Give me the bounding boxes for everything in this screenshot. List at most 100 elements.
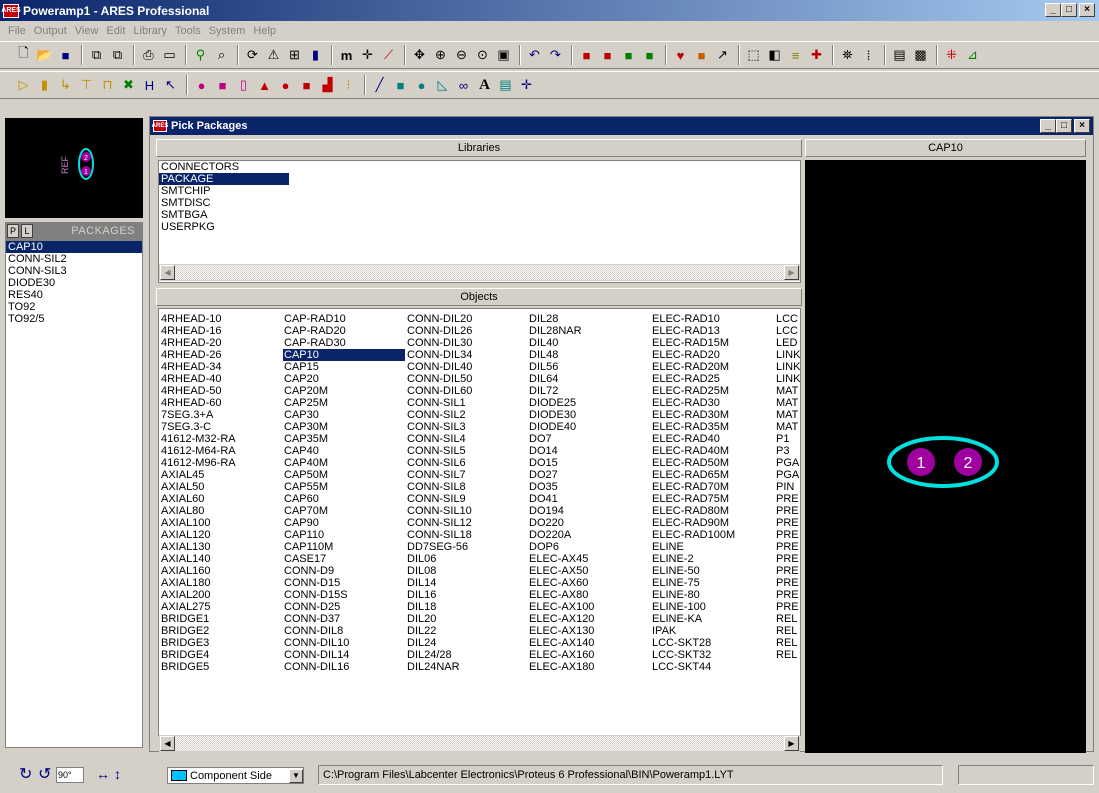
- padstack-icon[interactable]: ⁝: [339, 75, 358, 95]
- object-item[interactable]: DIL64: [528, 373, 594, 385]
- origin-icon[interactable]: ✛: [358, 45, 377, 65]
- object-item[interactable]: P1: [775, 433, 800, 445]
- object-item[interactable]: ELEC-RAD65M: [651, 469, 735, 481]
- object-item[interactable]: CONN-SIL12: [406, 517, 472, 529]
- object-item[interactable]: LCC-SKT44: [651, 661, 735, 673]
- scroll-left-arrow[interactable]: ◀: [160, 265, 175, 280]
- decompose-icon[interactable]: ↗: [713, 45, 732, 65]
- object-item[interactable]: DO41: [528, 493, 594, 505]
- object-item[interactable]: ELEC-RAD10: [651, 313, 735, 325]
- object-item[interactable]: 4RHEAD-16: [160, 325, 236, 337]
- object-item[interactable]: ELEC-AX120: [528, 613, 594, 625]
- object-item[interactable]: CONN-DIL14: [283, 649, 405, 661]
- menu-view[interactable]: View: [71, 25, 103, 37]
- object-item[interactable]: CAP60: [283, 493, 405, 505]
- object-item[interactable]: ELINE: [651, 541, 735, 553]
- object-item[interactable]: ELEC-RAD20M: [651, 361, 735, 373]
- object-item[interactable]: CONN-SIL2: [406, 409, 472, 421]
- list-item[interactable]: CAP10: [6, 241, 142, 253]
- grid-icon[interactable]: ⊞: [285, 45, 304, 65]
- object-item[interactable]: ELEC-RAD90M: [651, 517, 735, 529]
- polygon-pad-icon[interactable]: ▟: [318, 75, 337, 95]
- object-item[interactable]: ELEC-RAD25M: [651, 385, 735, 397]
- text-icon[interactable]: A: [475, 75, 494, 95]
- connectivity-highlight-icon[interactable]: H: [140, 75, 159, 95]
- object-item[interactable]: CAP110M: [283, 541, 405, 553]
- object-item[interactable]: PIN: [775, 481, 800, 493]
- object-item[interactable]: ELEC-AX60: [528, 577, 594, 589]
- object-item[interactable]: 4RHEAD-50: [160, 385, 236, 397]
- object-item[interactable]: BRIDGE1: [160, 613, 236, 625]
- object-item[interactable]: CONN-SIL6: [406, 457, 472, 469]
- object-item[interactable]: BRIDGE4: [160, 649, 236, 661]
- object-item[interactable]: LINK: [775, 361, 800, 373]
- mirror-x-icon[interactable]: ↔: [96, 766, 110, 782]
- object-item[interactable]: ELEC-RAD40M: [651, 445, 735, 457]
- object-item[interactable]: 4RHEAD-34: [160, 361, 236, 373]
- object-item[interactable]: ELINE-75: [651, 577, 735, 589]
- selection-icon[interactable]: ▷: [14, 75, 33, 95]
- print-area-icon[interactable]: ▭: [160, 45, 179, 65]
- object-item[interactable]: DIL24: [406, 637, 472, 649]
- arc-icon[interactable]: ◺: [433, 75, 452, 95]
- object-item[interactable]: DO220: [528, 517, 594, 529]
- object-item[interactable]: PRE: [775, 553, 800, 565]
- object-item[interactable]: DIL40: [528, 337, 594, 349]
- box-icon[interactable]: ■: [391, 75, 410, 95]
- import-icon[interactable]: ⧉: [87, 45, 106, 65]
- object-item[interactable]: CASE17: [283, 553, 405, 565]
- object-item[interactable]: ELEC-RAD25: [651, 373, 735, 385]
- object-item[interactable]: MAT: [775, 397, 800, 409]
- object-item[interactable]: ELEC-AX140: [528, 637, 594, 649]
- block-copy-icon[interactable]: ■: [577, 45, 596, 65]
- print-icon[interactable]: ⎙: [139, 45, 158, 65]
- object-item[interactable]: CONN-DIL26: [406, 325, 472, 337]
- round-pad-icon[interactable]: ●: [192, 75, 211, 95]
- layer-selector[interactable]: Component Side ▼: [167, 767, 304, 784]
- rect-smt-icon[interactable]: ■: [297, 75, 316, 95]
- object-item[interactable]: ELEC-AX180: [528, 661, 594, 673]
- layer-icon[interactable]: ▩: [911, 45, 930, 65]
- dil-pad-icon[interactable]: ▯: [234, 75, 253, 95]
- object-item[interactable]: 7SEG.3-C: [160, 421, 236, 433]
- object-item[interactable]: AXIAL60: [160, 493, 236, 505]
- close-button[interactable]: ×: [1079, 3, 1095, 17]
- object-item[interactable]: CAP-RAD30: [283, 337, 405, 349]
- netlist-icon[interactable]: ⚲: [191, 45, 210, 65]
- object-item[interactable]: ELEC-RAD75M: [651, 493, 735, 505]
- mirror-y-icon[interactable]: ↕: [114, 766, 121, 782]
- object-item[interactable]: AXIAL140: [160, 553, 236, 565]
- object-item[interactable]: ELEC-RAD20: [651, 349, 735, 361]
- object-item[interactable]: DIL14: [406, 577, 472, 589]
- object-item[interactable]: CAP40: [283, 445, 405, 457]
- object-item[interactable]: DD7SEG-56: [406, 541, 472, 553]
- object-item[interactable]: AXIAL45: [160, 469, 236, 481]
- object-item[interactable]: CONN-D9: [283, 565, 405, 577]
- autoroute-icon[interactable]: ⬚: [744, 45, 763, 65]
- zone-icon[interactable]: ⊓: [98, 75, 117, 95]
- object-item[interactable]: ELEC-AX160: [528, 649, 594, 661]
- object-item[interactable]: 4RHEAD-20: [160, 337, 236, 349]
- marker-icon[interactable]: ✛: [517, 75, 536, 95]
- metric-icon[interactable]: m: [337, 45, 356, 65]
- object-item[interactable]: CONN-DIL40: [406, 361, 472, 373]
- menu-output[interactable]: Output: [30, 25, 71, 37]
- object-item[interactable]: CONN-SIL10: [406, 505, 472, 517]
- object-item[interactable]: DOP6: [528, 541, 594, 553]
- ares-app-icon[interactable]: ARES: [1, 3, 21, 18]
- design-explorer-icon[interactable]: ⌕: [212, 45, 231, 65]
- object-item[interactable]: DO220A: [528, 529, 594, 541]
- object-item[interactable]: PRE: [775, 577, 800, 589]
- object-item[interactable]: DO15: [528, 457, 594, 469]
- object-item[interactable]: 4RHEAD-26: [160, 349, 236, 361]
- object-item[interactable]: BRIDGE3: [160, 637, 236, 649]
- object-item[interactable]: CONN-SIL8: [406, 481, 472, 493]
- new-icon[interactable]: 🗋: [14, 45, 33, 65]
- menu-edit[interactable]: Edit: [102, 25, 129, 37]
- object-item[interactable]: LED: [775, 337, 800, 349]
- rotate-cw-icon[interactable]: ↻: [19, 764, 32, 784]
- drc-icon[interactable]: ▤: [890, 45, 909, 65]
- object-item[interactable]: BRIDGE5: [160, 661, 236, 673]
- object-item[interactable]: CONN-DIL8: [283, 625, 405, 637]
- dialog-close-button[interactable]: ×: [1074, 119, 1090, 133]
